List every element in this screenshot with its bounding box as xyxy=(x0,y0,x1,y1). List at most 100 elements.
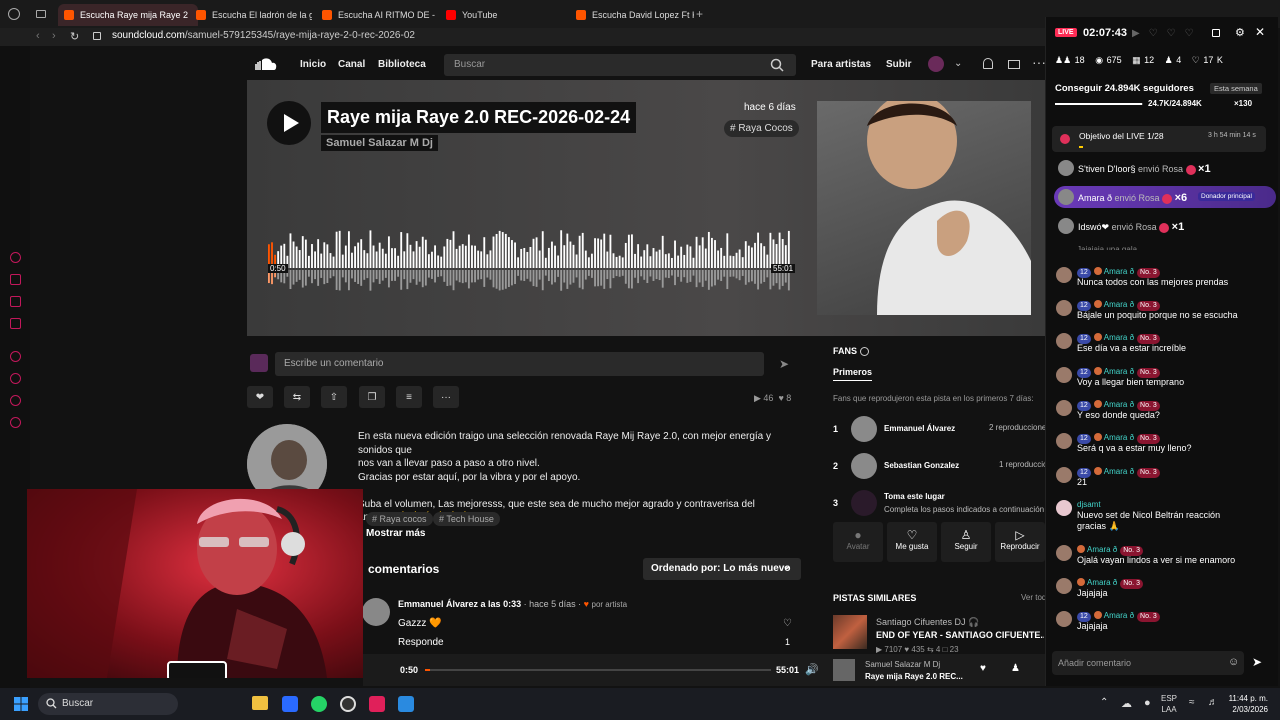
soundcloud-logo[interactable] xyxy=(246,56,278,72)
tab-list-icon[interactable] xyxy=(36,10,46,18)
nav-biblioteca[interactable]: Biblioteca xyxy=(378,59,426,70)
close-icon[interactable]: ✕ xyxy=(1255,25,1265,39)
search-icon[interactable] xyxy=(770,58,784,72)
sidebar-icon-6[interactable] xyxy=(10,373,21,384)
bell-icon[interactable] xyxy=(983,58,993,69)
forward-icon[interactable]: › xyxy=(52,30,56,42)
fan-follow-button[interactable]: ♙ Seguir xyxy=(941,522,991,562)
new-tab-button[interactable]: + xyxy=(696,8,703,20)
chat-message[interactable]: 12 Amara ð No. 3 Ese día va a estar increíb… xyxy=(1056,331,1271,361)
fan-avatar-button[interactable]: ● Avatar xyxy=(833,522,883,562)
add-comment-input[interactable]: Añadir comentario ☺ xyxy=(1052,651,1244,675)
chat-message[interactable]: 12 Amara ð No. 3 Será q va a estar muy llen… xyxy=(1056,431,1271,461)
more-icon[interactable]: ··· xyxy=(1032,54,1046,70)
chat-message[interactable]: Amara ð No. 3 Ojalá vayan lindos a ver si … xyxy=(1056,543,1271,573)
nav-subir[interactable]: Subir xyxy=(886,59,912,70)
info-icon[interactable] xyxy=(859,347,869,357)
browser-tab[interactable]: Escucha David Lopez Ft K xyxy=(570,4,694,26)
taskbar-app-files[interactable] xyxy=(252,696,268,710)
chat-message[interactable]: Amara ð No. 3 Jajajaja xyxy=(1056,576,1271,606)
chat-message[interactable]: 12 Amara ð No. 3 Nunca todos con las mejore… xyxy=(1056,265,1271,295)
chat-message[interactable]: 12 Amara ð No. 3 Jajajaja xyxy=(1056,609,1271,639)
desc-tag-1[interactable]: # Raya cocos xyxy=(366,512,433,526)
volume-icon[interactable]: 🔊 xyxy=(805,663,819,676)
browser-tab[interactable]: Escucha AI RITMO DE - D xyxy=(316,4,438,26)
sidebar-icon-1[interactable] xyxy=(10,252,21,263)
nav-para-artistas[interactable]: Para artistas xyxy=(811,59,871,70)
user-avatar[interactable] xyxy=(928,56,944,72)
similar-track-title[interactable]: END OF YEAR - SANTIAGO CIFUENTE... xyxy=(876,630,1044,640)
emoji-icon[interactable]: ☺ xyxy=(1228,656,1239,668)
comment-author[interactable]: Emmanuel Álvarez a las 0:33 · hace 5 día… xyxy=(398,599,627,609)
play-button[interactable] xyxy=(267,101,311,145)
add-to-next-button[interactable]: ≡ xyxy=(396,386,422,408)
back-icon[interactable]: ‹ xyxy=(36,30,40,42)
track-artist[interactable]: Samuel Salazar M Dj xyxy=(321,135,438,151)
fan-row[interactable]: 1 Emmanuel Álvarez 2 reproducciones xyxy=(833,416,1050,442)
waveform[interactable] xyxy=(268,228,791,294)
player-like-icon[interactable]: ♥ xyxy=(980,663,986,674)
live-control-icons[interactable]: ▶♡♡♡ xyxy=(1132,28,1203,39)
sidebar-icon-5[interactable] xyxy=(10,351,21,362)
similar-track-artist[interactable]: Santiago Cifuentes DJ 🎧 xyxy=(876,617,979,628)
mic-icon[interactable]: ● xyxy=(1144,697,1151,709)
send-icon[interactable]: ➤ xyxy=(1252,655,1262,669)
chat-message[interactable]: 12 Amara ð No. 3 Voy a llegar bien temprano xyxy=(1056,365,1271,395)
chevron-up-icon[interactable]: ⌃ xyxy=(1100,697,1108,708)
lock-icon[interactable] xyxy=(1212,29,1220,37)
chat-message[interactable]: 12 Amara ð No. 3 Bájale un poquito porque n… xyxy=(1056,298,1271,328)
player-track-art[interactable] xyxy=(833,659,855,681)
fan-like-button[interactable]: ♡ Me gusta xyxy=(887,522,937,562)
url-field[interactable]: soundcloud.com/samuel-579125345/raye-mij… xyxy=(112,30,415,41)
sidebar-icon-8[interactable] xyxy=(10,417,21,428)
clock[interactable]: 11:44 p. m. 2/03/2026 xyxy=(1224,693,1268,715)
nav-inicio[interactable]: Inicio xyxy=(300,59,326,70)
lang-indicator[interactable]: ESP LAA xyxy=(1161,693,1177,715)
chat-message[interactable]: djsamt Nuevo set de Nicol Beltrán reacció… xyxy=(1056,498,1271,531)
share-button[interactable]: ⇧ xyxy=(321,386,347,408)
taskbar-app-obs[interactable] xyxy=(340,696,356,712)
similar-track-art[interactable] xyxy=(833,615,867,649)
comment-like-icon[interactable]: ♡ xyxy=(783,618,792,629)
search-input[interactable]: Buscar xyxy=(444,54,796,76)
browser-menu-icon[interactable] xyxy=(8,8,20,20)
taskbar-app-whatsapp[interactable] xyxy=(311,696,327,712)
chevron-down-icon[interactable]: ⌄ xyxy=(954,58,962,69)
settings-icon[interactable]: ⚙ xyxy=(1235,26,1245,39)
show-more-link[interactable]: Mostrar más xyxy=(366,528,425,539)
fan-play-button[interactable]: ▷ Reproducir xyxy=(995,522,1045,562)
like-button[interactable]: ❤ xyxy=(247,386,273,408)
sidebar-icon-2[interactable] xyxy=(10,274,21,285)
wifi-icon[interactable]: ≈ xyxy=(1189,697,1195,708)
player-follow-icon[interactable]: ♟ xyxy=(1011,663,1020,674)
taskbar-app-store[interactable] xyxy=(282,696,298,712)
sidebar-icon-4[interactable] xyxy=(10,318,21,329)
tab-primeros[interactable]: Primeros xyxy=(833,367,873,381)
objective-card[interactable]: Objetivo del LIVE 1/28 3 h 54 min 14 s xyxy=(1052,126,1266,152)
browser-tab[interactable]: Escucha Raye mija Raye 2 xyxy=(58,4,198,26)
sidebar-icon-7[interactable] xyxy=(10,395,21,406)
chat-message[interactable]: 12 Amara ð No. 3 21 xyxy=(1056,465,1271,495)
reload-icon[interactable]: ↻ xyxy=(70,30,79,43)
comment-reply-link[interactable]: Responde xyxy=(398,637,444,648)
sidebar-icon-3[interactable] xyxy=(10,296,21,307)
more-actions-button[interactable]: ··· xyxy=(433,386,459,408)
taskbar-app-editor[interactable] xyxy=(398,696,414,712)
fan-row[interactable]: 3 Toma este lugar Completa los pasos indic… xyxy=(833,490,1045,516)
player-artist[interactable]: Samuel Salazar M Dj xyxy=(865,660,940,669)
mail-icon[interactable] xyxy=(1008,60,1020,69)
copy-link-button[interactable]: ❐ xyxy=(359,386,385,408)
send-comment-icon[interactable]: ➤ xyxy=(779,357,789,371)
repost-button[interactable]: ⇆ xyxy=(284,386,310,408)
taskbar-search[interactable]: Buscar xyxy=(38,693,178,715)
fan-row[interactable]: 2 Sebastian Gonzalez 1 reproducción xyxy=(833,453,1052,479)
network-icon[interactable]: ☁ xyxy=(1121,697,1132,710)
taskbar-app-tiktok[interactable] xyxy=(369,696,385,712)
windows-start-icon[interactable] xyxy=(14,697,28,711)
browser-tab[interactable]: YouTube xyxy=(440,4,560,26)
comments-sort-select[interactable]: Ordenado por: Lo más nuevo ⌄ xyxy=(643,558,801,580)
speaker-icon[interactable]: ♬ xyxy=(1208,697,1218,708)
desc-tag-2[interactable]: # Tech House xyxy=(433,512,500,526)
comment-input[interactable]: Escribe un comentario xyxy=(275,352,764,376)
player-title[interactable]: Raye mija Raye 2.0 REC... xyxy=(865,672,963,681)
